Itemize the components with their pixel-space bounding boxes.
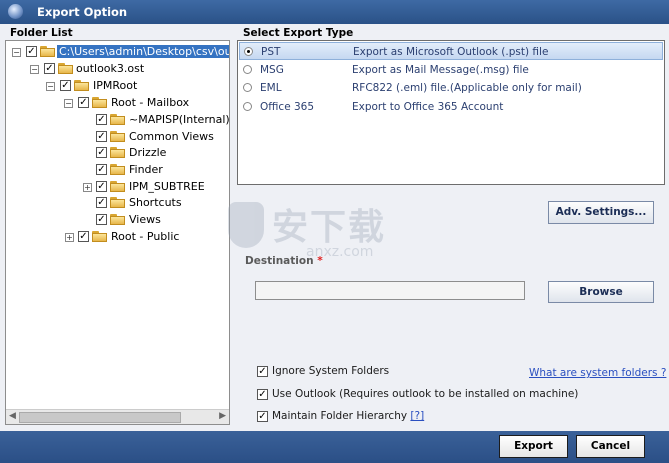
folder-icon	[110, 147, 125, 158]
export-type-list[interactable]: PST Export as Microsoft Outlook (.pst) f…	[237, 40, 665, 185]
shield-icon	[228, 202, 264, 248]
export-type-name: EML	[260, 82, 282, 94]
system-folders-help-link[interactable]: What are system folders ?	[529, 367, 666, 379]
tree-checkbox[interactable]: ✓	[44, 63, 55, 74]
folder-icon	[110, 197, 125, 208]
radio-button[interactable]	[243, 83, 252, 92]
collapse-icon[interactable]: −	[12, 48, 21, 57]
export-type-desc: Export as Microsoft Outlook (.pst) file	[353, 46, 549, 58]
tree-checkbox[interactable]: ✓	[96, 147, 107, 158]
footer-bar: Export Cancel	[0, 431, 669, 463]
use-outlook-label: Use Outlook (Requires outlook to be inst…	[272, 388, 579, 400]
folder-icon	[110, 131, 125, 142]
folder-icon	[110, 114, 125, 125]
expand-icon[interactable]: +	[65, 233, 74, 242]
export-button[interactable]: Export	[499, 435, 568, 458]
radio-button[interactable]	[244, 47, 253, 56]
radio-button[interactable]	[243, 102, 252, 111]
browse-button[interactable]: Browse	[548, 281, 654, 303]
tree-checkbox[interactable]: ✓	[60, 80, 71, 91]
tree-node-label[interactable]: Drizzle	[129, 146, 166, 159]
tree-checkbox[interactable]: ✓	[96, 181, 107, 192]
cancel-button[interactable]: Cancel	[576, 435, 645, 458]
folder-icon	[110, 181, 125, 192]
ignore-system-label: Ignore System Folders	[272, 365, 390, 377]
scroll-right-icon[interactable]: ▶	[219, 411, 226, 421]
app-icon	[8, 4, 23, 19]
destination-path-input[interactable]	[255, 281, 525, 300]
tree-checkbox[interactable]: ✓	[26, 46, 37, 57]
tree-node-label[interactable]: Shortcuts	[129, 196, 182, 209]
ignore-system-checkbox[interactable]: ✓	[257, 366, 268, 377]
folder-open-icon	[40, 46, 55, 57]
export-type-eml[interactable]: EML RFC822 (.eml) file.(Applicable only …	[239, 79, 663, 97]
watermark-logo: 安下载 anxz.com	[228, 198, 468, 260]
watermark-text: 安下载	[272, 207, 387, 248]
tree-checkbox[interactable]: ✓	[78, 231, 89, 242]
tree-horizontal-scrollbar[interactable]: ◀ ▶	[6, 409, 229, 424]
window-title: Export Option	[37, 5, 128, 19]
radio-button[interactable]	[243, 65, 252, 74]
folder-tree[interactable]: − ✓ C:\Users\admin\Desktop\csv\outlo − ✓…	[5, 40, 230, 425]
export-type-name: PST	[261, 46, 281, 58]
export-type-heading: Select Export Type	[243, 27, 354, 39]
export-type-desc: Export to Office 365 Account	[352, 101, 504, 113]
scrollbar-thumb[interactable]	[19, 412, 181, 423]
tree-node-label[interactable]: outlook3.ost	[76, 62, 144, 75]
export-type-desc: Export as Mail Message(.msg) file	[352, 64, 529, 76]
export-type-office365[interactable]: Office 365 Export to Office 365 Account	[239, 98, 663, 116]
collapse-icon[interactable]: −	[64, 99, 73, 108]
tree-node-label[interactable]: Common Views	[129, 130, 214, 143]
tree-node-label[interactable]: Finder	[129, 163, 163, 176]
adv-settings-button[interactable]: Adv. Settings...	[548, 201, 654, 224]
tree-node-label[interactable]: IPMRoot	[93, 79, 137, 92]
tree-checkbox[interactable]: ✓	[96, 214, 107, 225]
export-type-pst[interactable]: PST Export as Microsoft Outlook (.pst) f…	[239, 42, 663, 60]
maintain-hierarchy-checkbox[interactable]: ✓	[257, 411, 268, 422]
collapse-icon[interactable]: −	[46, 82, 55, 91]
folder-icon	[92, 97, 107, 108]
folder-icon	[110, 214, 125, 225]
maintain-hierarchy-text: Maintain Folder Hierarchy [?]	[272, 410, 424, 422]
title-bar: Export Option	[0, 0, 669, 24]
destination-label-text: Destination	[245, 255, 314, 267]
export-type-msg[interactable]: MSG Export as Mail Message(.msg) file	[239, 61, 663, 79]
tree-node-label[interactable]: Views	[129, 213, 161, 226]
export-type-desc: RFC822 (.eml) file.(Applicable only for …	[352, 82, 582, 94]
tree-checkbox[interactable]: ✓	[96, 131, 107, 142]
folder-list-heading: Folder List	[10, 27, 73, 39]
maintain-hierarchy-label: Maintain Folder Hierarchy	[272, 410, 408, 422]
use-outlook-checkbox[interactable]: ✓	[257, 389, 268, 400]
tree-node-label[interactable]: Root - Mailbox	[111, 96, 189, 109]
tree-checkbox[interactable]: ✓	[96, 197, 107, 208]
required-mark: *	[317, 255, 323, 267]
folder-icon	[74, 80, 89, 91]
tree-checkbox[interactable]: ✓	[96, 114, 107, 125]
export-type-name: Office 365	[260, 101, 315, 113]
tree-node-label[interactable]: C:\Users\admin\Desktop\csv\outlo	[57, 45, 229, 58]
tree-checkbox[interactable]: ✓	[78, 97, 89, 108]
export-type-name: MSG	[260, 64, 284, 76]
tree-node-label[interactable]: Root - Public	[111, 230, 179, 243]
hierarchy-help-link[interactable]: [?]	[410, 410, 424, 422]
expand-icon[interactable]: +	[83, 183, 92, 192]
folder-icon	[92, 231, 107, 242]
collapse-icon[interactable]: −	[30, 65, 39, 74]
scroll-left-icon[interactable]: ◀	[9, 411, 16, 421]
tree-checkbox[interactable]: ✓	[96, 164, 107, 175]
tree-node-label[interactable]: IPM_SUBTREE	[129, 180, 205, 193]
destination-label: Destination *	[245, 255, 323, 267]
ost-file-icon	[58, 63, 73, 74]
folder-icon	[110, 164, 125, 175]
tree-node-label[interactable]: ~MAPISP(Internal)	[129, 113, 229, 126]
